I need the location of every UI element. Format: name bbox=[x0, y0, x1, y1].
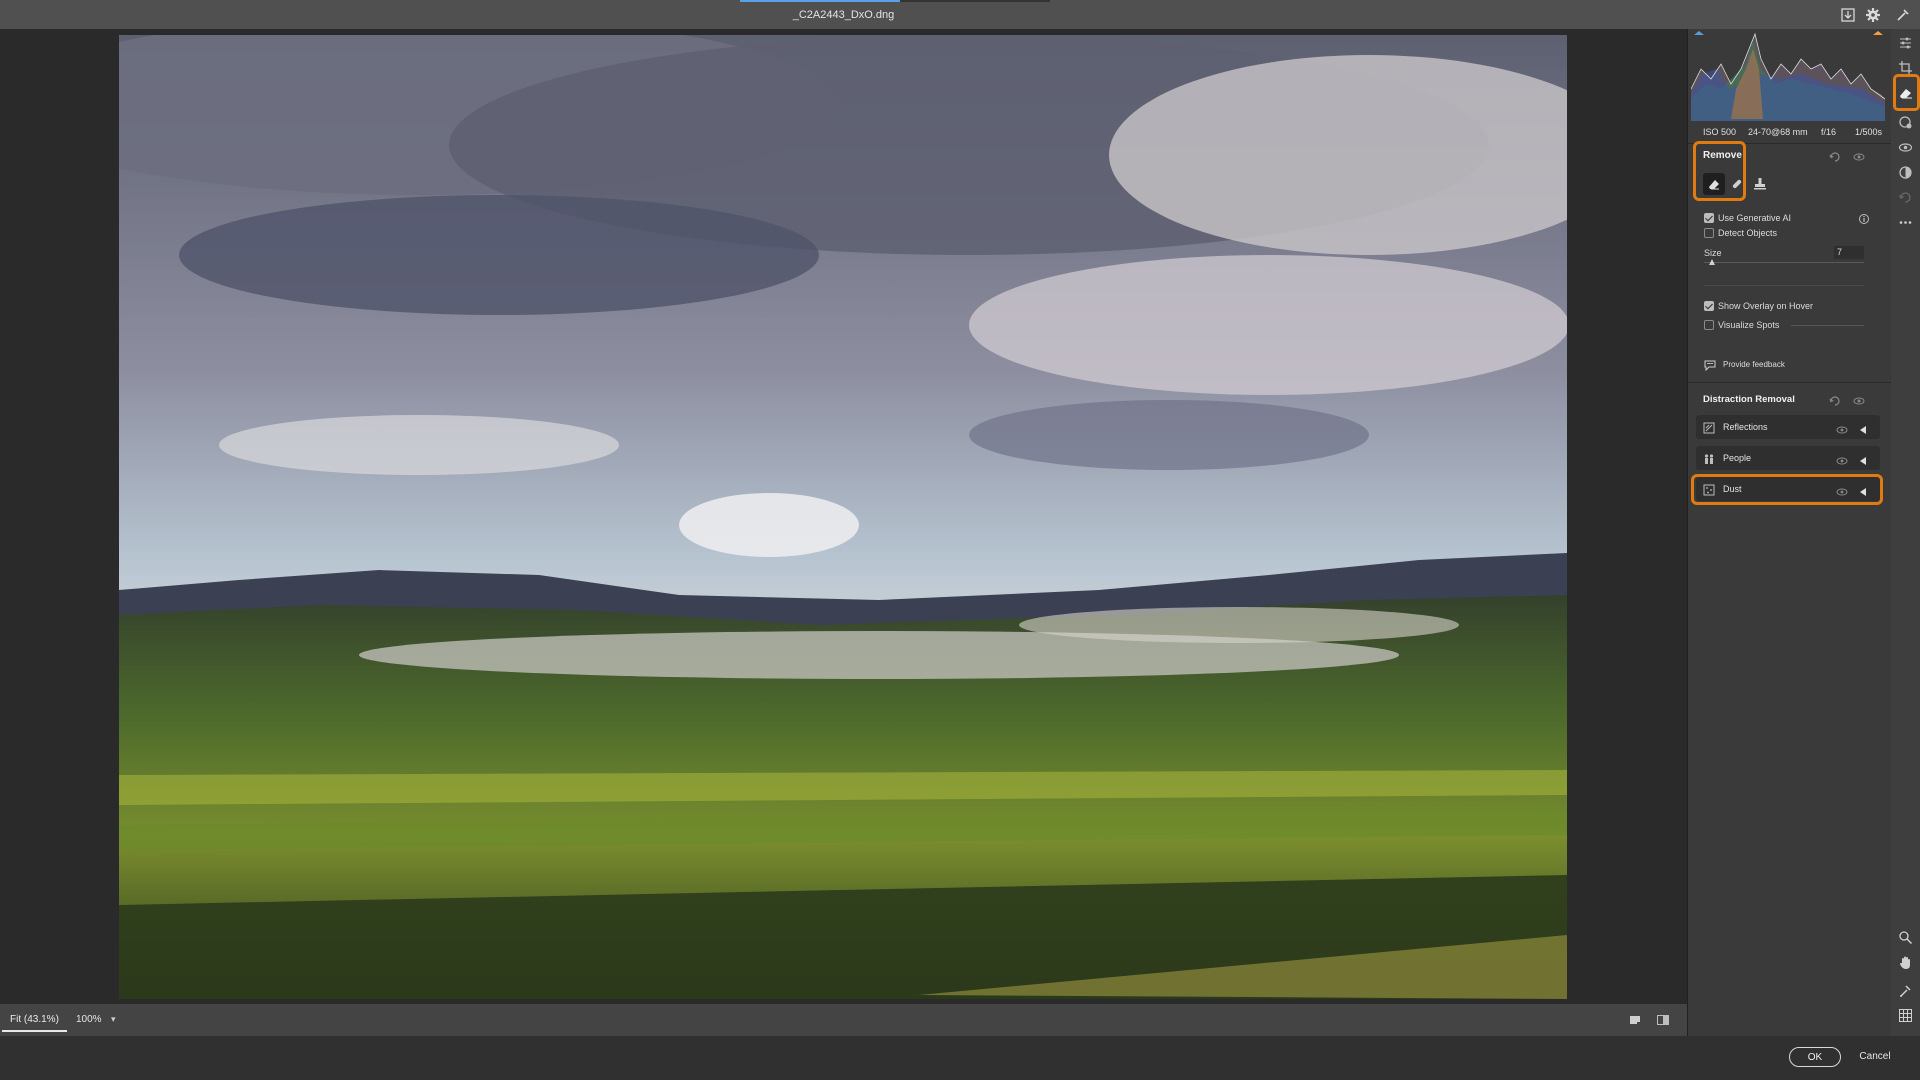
eraser-icon bbox=[1707, 177, 1721, 191]
reset-icon[interactable] bbox=[1829, 150, 1841, 162]
more-icon[interactable] bbox=[1898, 215, 1913, 230]
histogram bbox=[1690, 29, 1886, 121]
eye-icon[interactable] bbox=[1836, 484, 1848, 496]
eraser-icon[interactable] bbox=[1898, 85, 1913, 100]
iso-value: ISO 500 bbox=[1703, 127, 1737, 137]
ok-button[interactable]: OK bbox=[1789, 1047, 1841, 1067]
distraction-item-reflections[interactable]: Reflections bbox=[1696, 415, 1880, 439]
shutter-value: 1/500s bbox=[1855, 127, 1883, 137]
hand-icon[interactable] bbox=[1898, 955, 1913, 970]
generative-ai-checkbox[interactable] bbox=[1704, 213, 1714, 223]
single-view-icon[interactable] bbox=[1628, 1013, 1642, 1027]
size-slider-track[interactable] bbox=[1704, 262, 1864, 263]
divider bbox=[1688, 143, 1892, 144]
distraction-item-label: People bbox=[1723, 453, 1752, 463]
camera-info: ISO 500 24-70@68 mm f/16 1/500s bbox=[1688, 124, 1892, 142]
red-eye-icon[interactable] bbox=[1898, 140, 1913, 155]
lens-value: 24-70@68 mm bbox=[1748, 127, 1808, 137]
distraction-removal-title: Distraction Removal bbox=[1703, 394, 1795, 405]
visualize-spots-checkbox[interactable] bbox=[1704, 320, 1714, 330]
image-canvas[interactable] bbox=[0, 29, 1687, 1004]
save-export-icon[interactable] bbox=[1839, 6, 1857, 24]
eye-icon[interactable] bbox=[1853, 394, 1865, 406]
title-bar: _C2A2443_DxO.dng bbox=[0, 0, 1920, 29]
provide-feedback-link[interactable]: Provide feedback bbox=[1723, 360, 1785, 369]
expand-arrow-icon[interactable] bbox=[1859, 453, 1867, 465]
window-title: _C2A2443_DxO.dng bbox=[792, 9, 895, 21]
eye-icon[interactable] bbox=[1853, 150, 1865, 162]
show-overlay-label: Show Overlay on Hover bbox=[1718, 301, 1814, 311]
dust-icon bbox=[1703, 483, 1715, 496]
cancel-button[interactable]: Cancel bbox=[1858, 1047, 1892, 1067]
visualize-spots-label: Visualize Spots bbox=[1718, 320, 1780, 330]
expand-arrow-icon[interactable] bbox=[1859, 484, 1867, 496]
people-icon bbox=[1703, 452, 1715, 464]
compare-view-icon[interactable] bbox=[1656, 1013, 1670, 1027]
presets-icon[interactable] bbox=[1898, 165, 1913, 180]
clone-stamp-icon bbox=[1753, 177, 1767, 191]
color-sampler-icon[interactable] bbox=[1898, 983, 1913, 998]
grid-icon[interactable] bbox=[1898, 1008, 1913, 1023]
distraction-item-label: Dust bbox=[1723, 484, 1742, 494]
detect-objects-label: Detect Objects bbox=[1718, 228, 1778, 238]
visualize-spots-slider[interactable] bbox=[1791, 325, 1864, 326]
zoom-fit-button[interactable]: Fit (43.1%) bbox=[2, 1008, 67, 1032]
generative-ai-label: Use Generative AI bbox=[1718, 213, 1792, 223]
remove-title: Remove bbox=[1703, 150, 1742, 161]
dialog-footer: OK Cancel bbox=[0, 1036, 1920, 1080]
photo-preview[interactable] bbox=[119, 35, 1567, 999]
camera-raw-window: _C2A2443_DxO.dng Fit (43.1%) 100% ▾ ISO … bbox=[0, 0, 1920, 1080]
crop-icon[interactable] bbox=[1898, 60, 1913, 75]
aperture-value: f/16 bbox=[1821, 127, 1837, 137]
progress-indicator bbox=[740, 0, 900, 2]
distraction-item-label: Reflections bbox=[1723, 422, 1768, 432]
reset-icon[interactable] bbox=[1829, 394, 1841, 406]
zoom-icon[interactable] bbox=[1898, 930, 1913, 945]
edit-panel: ISO 500 24-70@68 mm f/16 1/500s Remove U… bbox=[1687, 29, 1892, 1036]
snapshots-icon[interactable] bbox=[1898, 190, 1913, 205]
show-overlay-checkbox[interactable] bbox=[1704, 301, 1714, 311]
eye-icon[interactable] bbox=[1836, 422, 1848, 434]
feedback-icon[interactable] bbox=[1704, 358, 1716, 372]
zoom-100-button[interactable]: 100% bbox=[70, 1008, 108, 1032]
gear-icon[interactable] bbox=[1864, 6, 1882, 24]
sliders-icon[interactable] bbox=[1898, 35, 1913, 50]
distraction-item-dust[interactable]: Dust bbox=[1696, 477, 1880, 501]
heal-tool-button[interactable] bbox=[1726, 173, 1748, 195]
healing-brush-icon bbox=[1730, 177, 1744, 191]
chevron-down-icon[interactable]: ▾ bbox=[111, 1014, 116, 1025]
tool-strip bbox=[1891, 29, 1920, 1036]
reflections-icon bbox=[1703, 421, 1715, 434]
size-slider-handle[interactable] bbox=[1709, 259, 1715, 265]
divider bbox=[1704, 285, 1864, 286]
size-value-input[interactable]: 7 bbox=[1834, 246, 1864, 259]
expand-arrow-icon[interactable] bbox=[1859, 422, 1867, 434]
status-bar: Fit (43.1%) 100% ▾ bbox=[0, 1004, 1687, 1036]
masking-icon[interactable] bbox=[1898, 115, 1913, 130]
eyedropper-icon[interactable] bbox=[1894, 6, 1912, 24]
remove-tool-button[interactable] bbox=[1703, 173, 1725, 195]
detect-objects-checkbox[interactable] bbox=[1704, 228, 1714, 238]
info-icon[interactable] bbox=[1858, 212, 1870, 224]
distraction-item-people[interactable]: People bbox=[1696, 446, 1880, 470]
eye-icon[interactable] bbox=[1836, 453, 1848, 465]
divider bbox=[1688, 382, 1892, 383]
clone-tool-button[interactable] bbox=[1749, 173, 1771, 195]
progress-track bbox=[900, 0, 1050, 2]
size-label: Size bbox=[1704, 248, 1722, 258]
